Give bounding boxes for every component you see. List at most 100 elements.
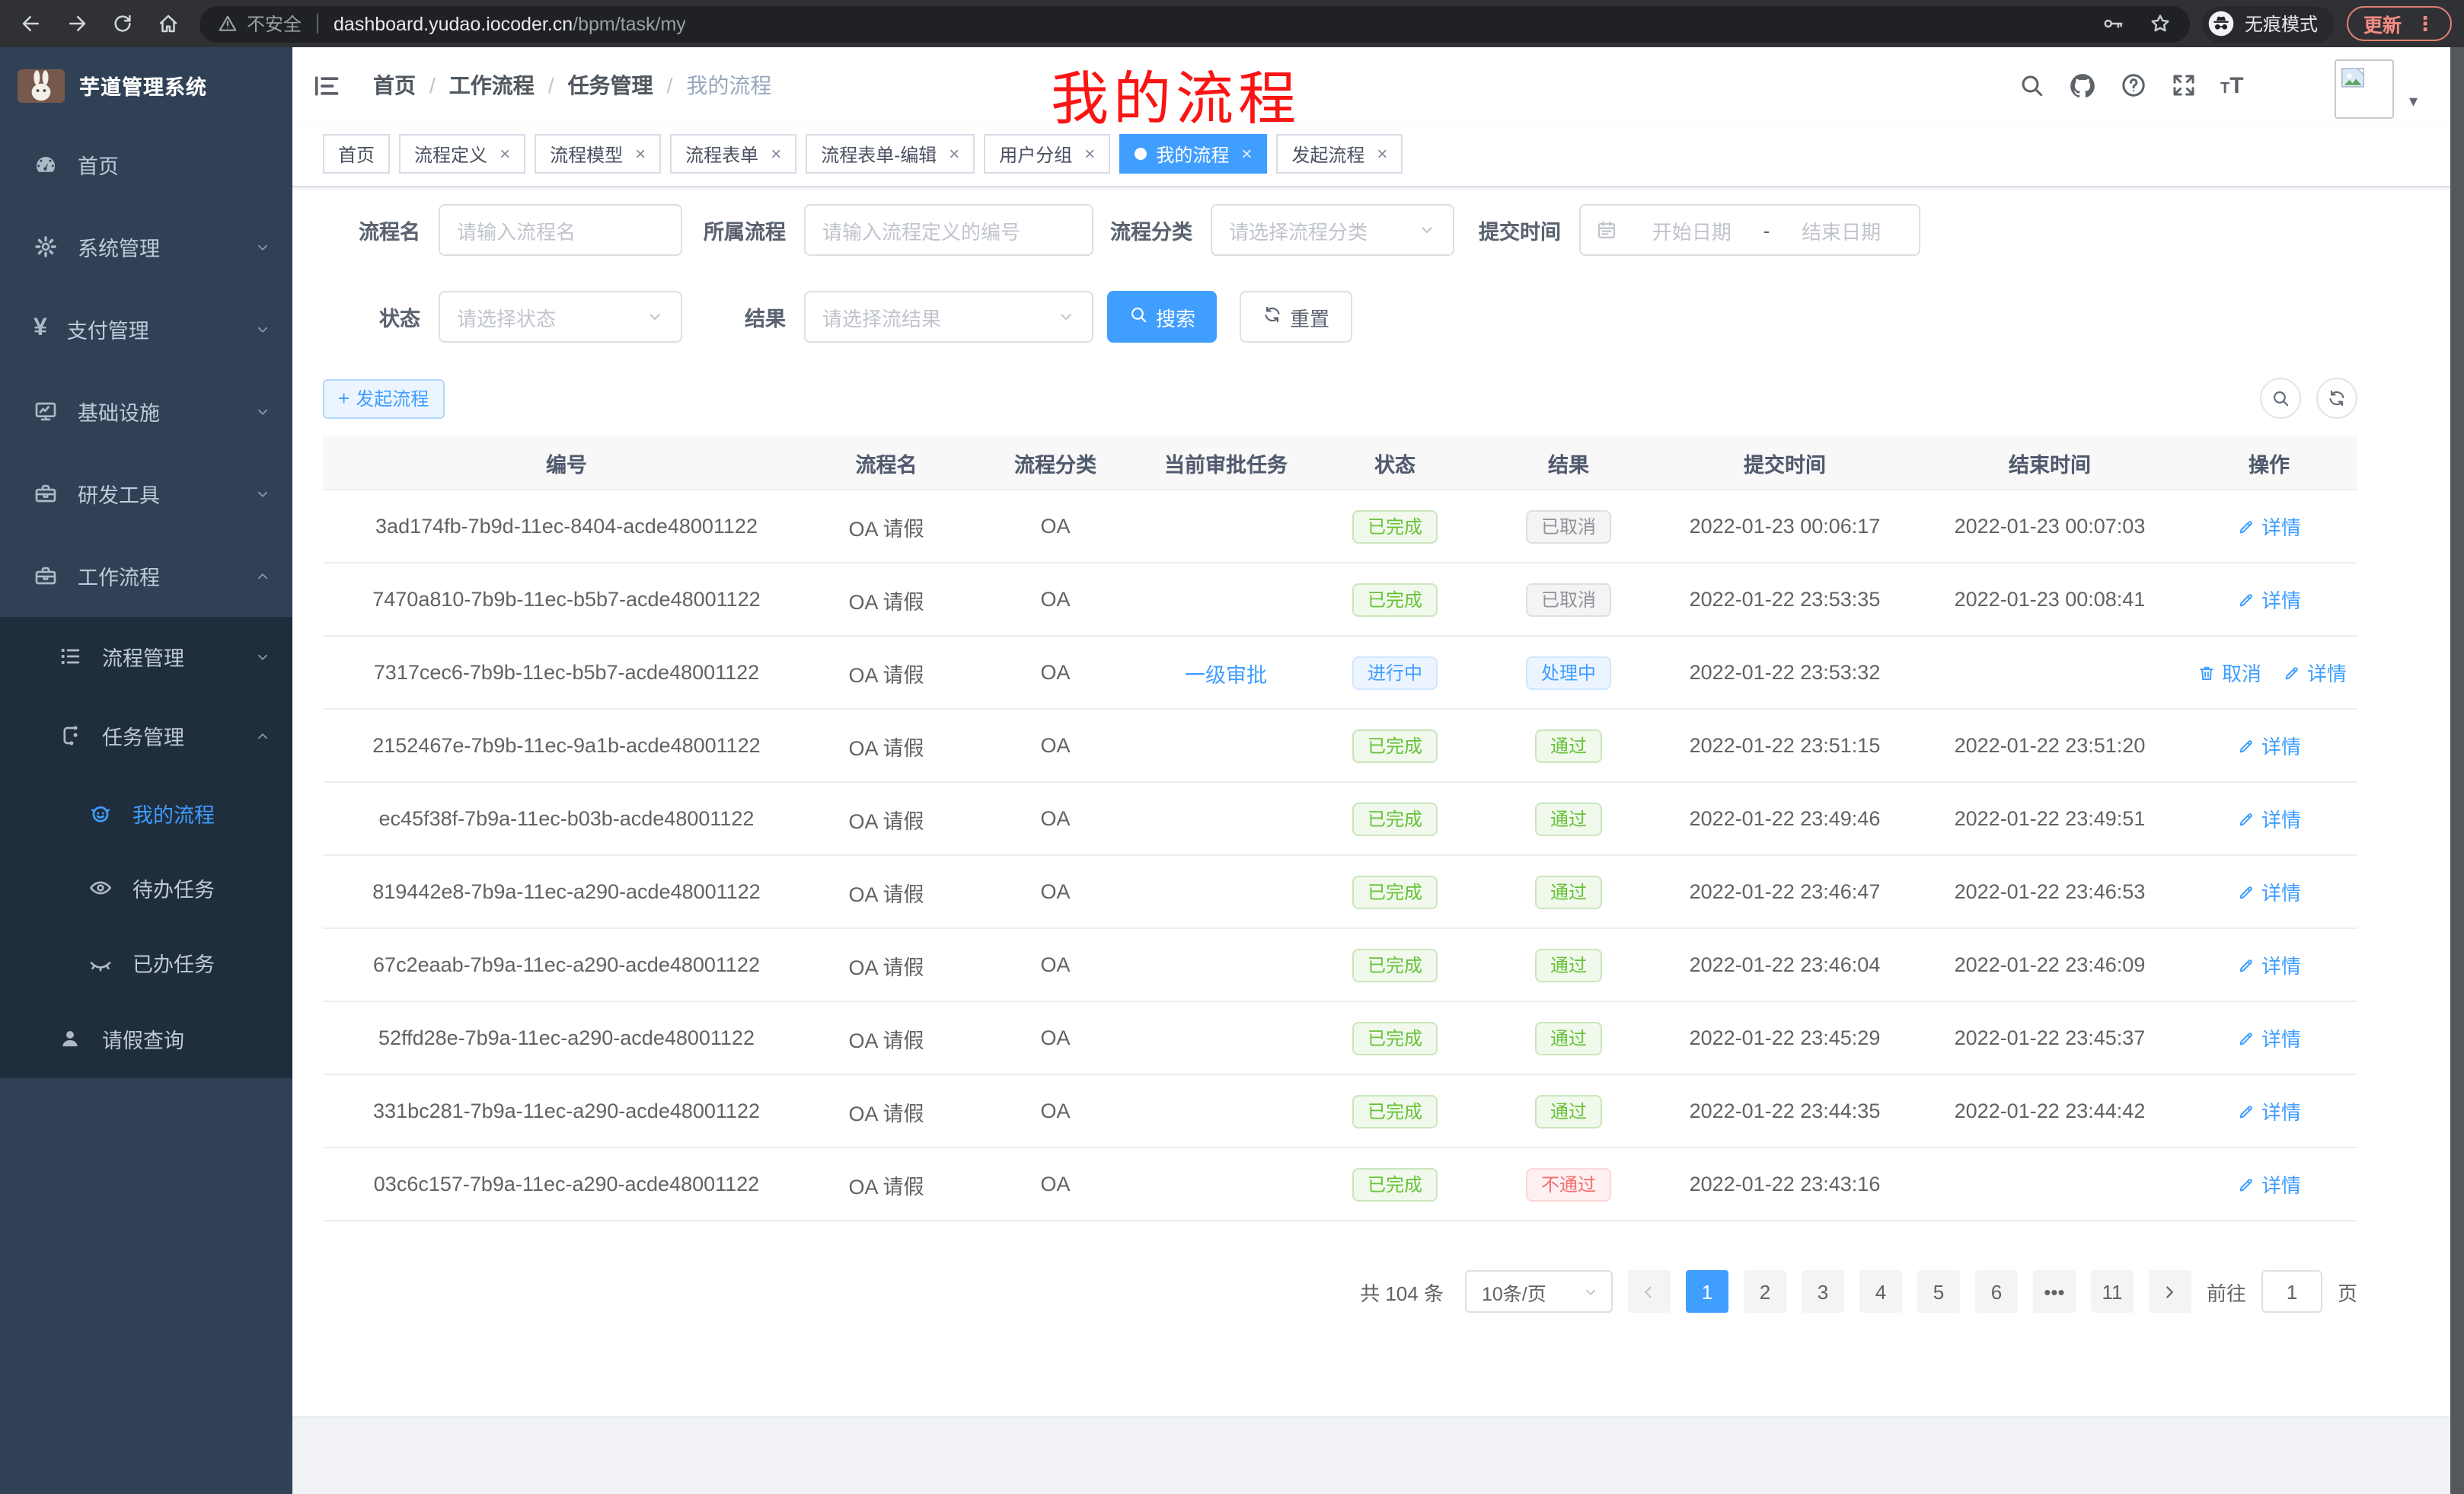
- close-icon[interactable]: ×: [949, 143, 959, 164]
- detail-link[interactable]: 详情: [2237, 877, 2301, 906]
- close-icon[interactable]: ×: [1084, 143, 1095, 164]
- submit-time-range[interactable]: 开始日期 - 结束日期: [1579, 204, 1920, 256]
- close-icon[interactable]: ×: [1377, 143, 1387, 164]
- github-icon[interactable]: [2068, 71, 2097, 100]
- cell-status: 已完成: [1304, 782, 1486, 855]
- home-icon[interactable]: [157, 12, 180, 35]
- page-button-2[interactable]: 2: [1744, 1270, 1786, 1313]
- jump-page-input[interactable]: 1: [2261, 1270, 2322, 1313]
- caret-down-icon[interactable]: ▾: [2409, 91, 2418, 111]
- sidebar-item-task-mgmt[interactable]: 任务管理: [0, 696, 292, 775]
- filter-row-2: 状态 请选择状态 结果 请选择流结果 搜索 重置: [323, 291, 2357, 343]
- reload-icon[interactable]: [111, 12, 134, 35]
- sidebar-item-my-process[interactable]: 我的流程: [0, 775, 292, 850]
- browser-update-button[interactable]: 更新 ⋮: [2347, 6, 2452, 41]
- detail-link[interactable]: 详情: [2283, 658, 2347, 687]
- detail-link[interactable]: 详情: [2237, 512, 2301, 541]
- fullscreen-icon[interactable]: [2170, 72, 2197, 99]
- forward-icon[interactable]: [65, 12, 88, 35]
- close-icon[interactable]: ×: [771, 143, 781, 164]
- sidebar-item-payment[interactable]: ¥支付管理: [0, 288, 292, 370]
- result-select[interactable]: 请选择流结果: [804, 291, 1093, 343]
- detail-link[interactable]: 详情: [2237, 1023, 2301, 1052]
- search-icon[interactable]: [2018, 72, 2045, 99]
- cell-end-time: 2022-01-23 00:08:41: [1919, 563, 2181, 636]
- sidebar-item-workflow[interactable]: 工作流程: [0, 535, 292, 617]
- page-button-3[interactable]: 3: [1802, 1270, 1844, 1313]
- cell-result: 通过: [1486, 1074, 1651, 1148]
- detail-link[interactable]: 详情: [2237, 804, 2301, 833]
- address-divider: [317, 14, 318, 34]
- tab-start-process[interactable]: 发起流程×: [1276, 134, 1403, 174]
- filter-name-label: 流程名: [323, 215, 439, 245]
- reset-button[interactable]: 重置: [1240, 291, 1352, 343]
- detail-link[interactable]: 详情: [2237, 1097, 2301, 1125]
- back-icon[interactable]: [20, 12, 43, 35]
- close-icon[interactable]: ×: [500, 143, 510, 164]
- tab-my-process[interactable]: 我的流程×: [1119, 134, 1267, 174]
- create-process-button[interactable]: +发起流程: [323, 378, 444, 418]
- sidebar-item-infrastructure[interactable]: 基础设施: [0, 370, 292, 452]
- page-button-4[interactable]: 4: [1859, 1270, 1902, 1313]
- flow-icon: [58, 723, 82, 748]
- page-button-11[interactable]: 11: [2091, 1270, 2134, 1313]
- sidebar-item-done-tasks[interactable]: 已办任务: [0, 924, 292, 999]
- tab-process-form-edit[interactable]: 流程表单-编辑×: [806, 134, 975, 174]
- current-task-link[interactable]: 一级审批: [1185, 663, 1267, 686]
- breadcrumb-item[interactable]: 任务管理: [568, 70, 653, 101]
- table-refresh-button[interactable]: [2316, 378, 2357, 419]
- sidebar-item-home[interactable]: 首页: [0, 123, 292, 206]
- sidebar-item-todo-tasks[interactable]: 待办任务: [0, 850, 292, 924]
- date-range-separator: -: [1760, 219, 1773, 241]
- detail-link[interactable]: 详情: [2237, 1170, 2301, 1199]
- bookmark-star-icon[interactable]: [2149, 12, 2172, 35]
- breadcrumb-item[interactable]: 首页: [373, 70, 416, 101]
- close-icon[interactable]: ×: [635, 143, 646, 164]
- close-icon[interactable]: ×: [1241, 143, 1252, 164]
- sidebar-item-system[interactable]: 系统管理: [0, 206, 292, 288]
- breadcrumb-item[interactable]: 工作流程: [449, 70, 535, 101]
- tab-process-definition[interactable]: 流程定义×: [399, 134, 525, 174]
- process-definition-input[interactable]: 请输入流程定义的编号: [804, 204, 1093, 256]
- page-button-6[interactable]: 6: [1975, 1270, 2018, 1313]
- tab-home[interactable]: 首页: [323, 134, 390, 174]
- hamburger-icon[interactable]: [312, 71, 341, 100]
- password-key-icon[interactable]: [2102, 12, 2124, 35]
- search-button[interactable]: 搜索: [1107, 291, 1217, 343]
- sidebar-item-label: 已办任务: [132, 947, 215, 977]
- page-button-1[interactable]: 1: [1686, 1270, 1728, 1313]
- update-label: 更新: [2363, 9, 2402, 38]
- tab-user-group[interactable]: 用户分组×: [984, 134, 1110, 174]
- sidebar-item-leave-query[interactable]: 请假查询: [0, 999, 292, 1078]
- filter-submit-time-label: 提交时间: [1454, 215, 1579, 245]
- detail-link[interactable]: 详情: [2237, 585, 2301, 614]
- status-select[interactable]: 请选择状态: [439, 291, 682, 343]
- prev-page-button[interactable]: [1628, 1270, 1671, 1313]
- tab-process-form[interactable]: 流程表单×: [670, 134, 796, 174]
- page-button-5[interactable]: 5: [1917, 1270, 1960, 1313]
- process-name-input[interactable]: 请输入流程名: [439, 204, 682, 256]
- detail-link[interactable]: 详情: [2237, 950, 2301, 979]
- broken-image-icon: [2339, 72, 2367, 97]
- cancel-link[interactable]: 取消: [2197, 658, 2261, 687]
- sidebar-item-process-mgmt[interactable]: 流程管理: [0, 617, 292, 696]
- breadcrumb-separator: /: [429, 73, 436, 97]
- sidebar-item-devtools[interactable]: 研发工具: [0, 452, 292, 535]
- page-scrollbar[interactable]: [2450, 47, 2464, 1494]
- cell-result: 已取消: [1486, 563, 1651, 636]
- table-search-button[interactable]: [2260, 378, 2301, 419]
- category-select[interactable]: 请选择流程分类: [1211, 204, 1454, 256]
- kebab-menu-icon[interactable]: ⋮: [2415, 11, 2435, 36]
- font-size-icon[interactable]: TT: [2220, 72, 2244, 98]
- help-icon[interactable]: [2120, 72, 2147, 99]
- page-size-select[interactable]: 10条/页: [1465, 1270, 1613, 1313]
- total-count: 共 104 条: [1360, 1277, 1444, 1306]
- address-bar[interactable]: 不安全 dashboard.yudao.iocoder.cn/bpm/task/…: [199, 5, 2190, 42]
- avatar[interactable]: [2335, 59, 2394, 119]
- tab-process-model[interactable]: 流程模型×: [535, 134, 661, 174]
- next-page-button[interactable]: [2149, 1270, 2191, 1313]
- page-button-more[interactable]: •••: [2033, 1270, 2076, 1313]
- cell-task: [1148, 490, 1304, 563]
- detail-link[interactable]: 详情: [2237, 731, 2301, 760]
- not-secure-label: 不安全: [247, 11, 302, 37]
